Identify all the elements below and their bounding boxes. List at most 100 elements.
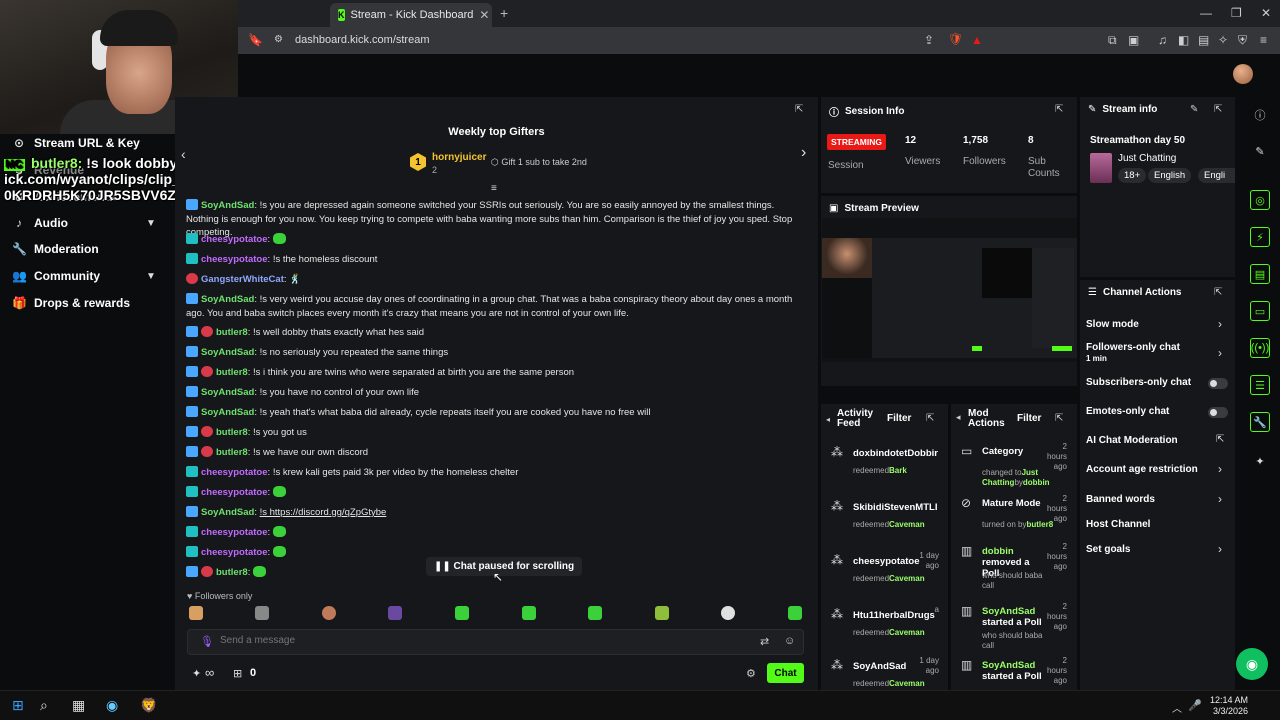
- channel-action-followers-only-chat[interactable]: Followers-only chat: [1086, 342, 1180, 353]
- windows-start-icon[interactable]: ⊞: [12, 697, 24, 714]
- target-icon[interactable]: ◎: [1250, 190, 1270, 210]
- info-icon[interactable]: ⓘ: [1250, 105, 1270, 125]
- emote-icon[interactable]: [455, 606, 469, 620]
- emote-icon[interactable]: [788, 606, 802, 620]
- toggle-switch[interactable]: [1208, 378, 1228, 389]
- chat-paused-button[interactable]: ❚❚ Chat paused for scrolling: [426, 557, 583, 576]
- gift-box-icon[interactable]: ⊞: [233, 667, 242, 680]
- chat-username[interactable]: cheesypotatoe: [201, 487, 268, 498]
- taskbar-clock[interactable]: 12:14 AM 3/3/2026: [1196, 695, 1248, 717]
- extensions-icon[interactable]: ⧉: [1108, 33, 1117, 48]
- leo-ai-icon[interactable]: ✧: [1218, 33, 1228, 47]
- chat-username[interactable]: cheesypotatoe: [201, 527, 268, 538]
- stream-preview-video[interactable]: [822, 218, 1077, 362]
- sidebar-item-community[interactable]: 👥 Community: [12, 269, 100, 283]
- emote-icon[interactable]: [255, 606, 269, 620]
- chat-username[interactable]: GangsterWhiteCat: [201, 274, 284, 285]
- chevron-down-icon[interactable]: ▼: [146, 271, 156, 282]
- popout-icon[interactable]: ⇱: [1055, 104, 1063, 115]
- list-icon[interactable]: ☰: [1250, 375, 1270, 395]
- channel-action-account-age-restriction[interactable]: Account age restriction: [1086, 464, 1198, 475]
- channel-action-slow-mode[interactable]: Slow mode: [1086, 319, 1139, 330]
- vpn-icon[interactable]: ⛨: [1238, 33, 1247, 48]
- wallet-icon[interactable]: ▤: [1198, 33, 1209, 47]
- emote-icon[interactable]: [588, 606, 602, 620]
- toggle-switch[interactable]: [1208, 407, 1228, 418]
- browser-tab[interactable]: K Stream - Kick Dashboard ✕: [330, 3, 492, 27]
- translate-icon[interactable]: ⇄: [760, 635, 769, 648]
- send-chat-button[interactable]: Chat: [767, 663, 804, 683]
- document-icon[interactable]: ▤: [1250, 264, 1270, 284]
- emote-icon[interactable]: [322, 606, 336, 620]
- channel-action-host-channel[interactable]: Host Channel: [1086, 519, 1150, 530]
- sidebar-item-audio[interactable]: ♪ Audio: [12, 216, 68, 230]
- chat-username[interactable]: SoyAndSad: [201, 387, 254, 398]
- mod-filter-button[interactable]: Filter: [1017, 413, 1041, 424]
- chat-username[interactable]: butler8: [216, 367, 248, 378]
- chat-username[interactable]: butler8: [216, 447, 248, 458]
- bookmark-icon[interactable]: 🔖: [248, 33, 263, 47]
- channel-action-set-goals[interactable]: Set goals: [1086, 544, 1130, 555]
- chat-input-box[interactable]: 🎙 ⇄ ☺: [187, 629, 804, 655]
- share-icon[interactable]: ⇪: [924, 33, 934, 47]
- search-icon[interactable]: ⌕: [40, 697, 48, 714]
- points-icon[interactable]: ✦: [192, 667, 201, 680]
- chevron-right-icon[interactable]: ›: [1218, 317, 1222, 331]
- external-link-icon[interactable]: ⇱: [1216, 434, 1224, 445]
- minimize-icon[interactable]: —: [1200, 6, 1212, 20]
- chevron-right-icon[interactable]: ›: [801, 144, 806, 162]
- rewards-icon[interactable]: ▲: [971, 33, 983, 47]
- chat-settings-icon[interactable]: ⚙: [746, 667, 756, 680]
- popout-icon[interactable]: ⇱: [1214, 287, 1222, 298]
- emote-icon[interactable]: [522, 606, 536, 620]
- collapse-icon[interactable]: ◂: [826, 415, 830, 424]
- chevron-left-icon[interactable]: ‹: [181, 146, 186, 162]
- site-settings-icon[interactable]: ⚙: [274, 34, 283, 45]
- sidebar-item-drops[interactable]: 🎁 Drops & rewards: [12, 296, 130, 310]
- activity-icon[interactable]: ✦: [1250, 451, 1270, 471]
- chat-input[interactable]: [220, 635, 720, 646]
- help-button[interactable]: ◉: [1236, 648, 1268, 680]
- menu-icon[interactable]: ≡: [1260, 33, 1267, 47]
- steam-icon[interactable]: ◉: [106, 697, 118, 714]
- popout-icon[interactable]: ⇱: [1055, 413, 1063, 424]
- wrench-icon[interactable]: 🔧: [1250, 412, 1270, 432]
- avatar[interactable]: [1233, 64, 1253, 84]
- chevron-right-icon[interactable]: ›: [1218, 346, 1222, 360]
- activity-username[interactable]: doxbindotetDobbir: [853, 448, 939, 459]
- chat-username[interactable]: SoyAndSad: [201, 407, 254, 418]
- emoji-icon[interactable]: ☺: [784, 635, 795, 647]
- chat-username[interactable]: cheesypotatoe: [201, 234, 268, 245]
- sidebar-icon[interactable]: ◧: [1178, 33, 1189, 47]
- channel-action-emotes-only-chat[interactable]: Emotes-only chat: [1086, 406, 1169, 417]
- edit-icon[interactable]: ✎: [1190, 104, 1198, 115]
- collapse-icon[interactable]: ≡: [491, 183, 497, 194]
- url-field[interactable]: dashboard.kick.com/stream: [295, 34, 430, 46]
- chat-username[interactable]: SoyAndSad: [201, 200, 254, 211]
- media-icon[interactable]: ♫: [1158, 33, 1167, 47]
- chat-username[interactable]: butler8: [216, 327, 248, 338]
- channel-action-subscribers-only-chat[interactable]: Subscribers-only chat: [1086, 377, 1191, 388]
- window-close-icon[interactable]: ✕: [1261, 6, 1271, 20]
- chevron-right-icon[interactable]: ›: [1218, 492, 1222, 506]
- chat-username[interactable]: cheesypotatoe: [201, 547, 268, 558]
- emote-icon[interactable]: [721, 606, 735, 620]
- top-gifter-name[interactable]: hornyjuicer: [432, 152, 486, 163]
- microphone-icon[interactable]: 🎙: [200, 635, 214, 648]
- popout-icon[interactable]: ⇱: [926, 413, 934, 424]
- popout-icon[interactable]: ⇱: [1214, 104, 1222, 115]
- sidebar-item-stream-url[interactable]: ⊙ Stream URL & Key: [12, 136, 140, 150]
- pencil-icon[interactable]: ✎: [1250, 141, 1270, 161]
- chat-username[interactable]: butler8: [216, 427, 248, 438]
- channel-action-banned-words[interactable]: Banned words: [1086, 494, 1155, 505]
- emote-icon[interactable]: [388, 606, 402, 620]
- close-tab-icon[interactable]: ✕: [479, 8, 489, 22]
- new-tab-button[interactable]: +: [500, 5, 508, 21]
- gift-sub-button[interactable]: ⬡ Gift 1 sub to take 2nd: [491, 157, 587, 168]
- popout-icon[interactable]: ⇱: [795, 104, 803, 115]
- broadcast-icon[interactable]: ((•)): [1250, 338, 1270, 358]
- restore-icon[interactable]: ❐: [1231, 6, 1242, 20]
- brave-icon[interactable]: 🦁: [140, 697, 157, 714]
- chat-username[interactable]: cheesypotatoe: [201, 467, 268, 478]
- chat-username[interactable]: butler8: [216, 567, 248, 578]
